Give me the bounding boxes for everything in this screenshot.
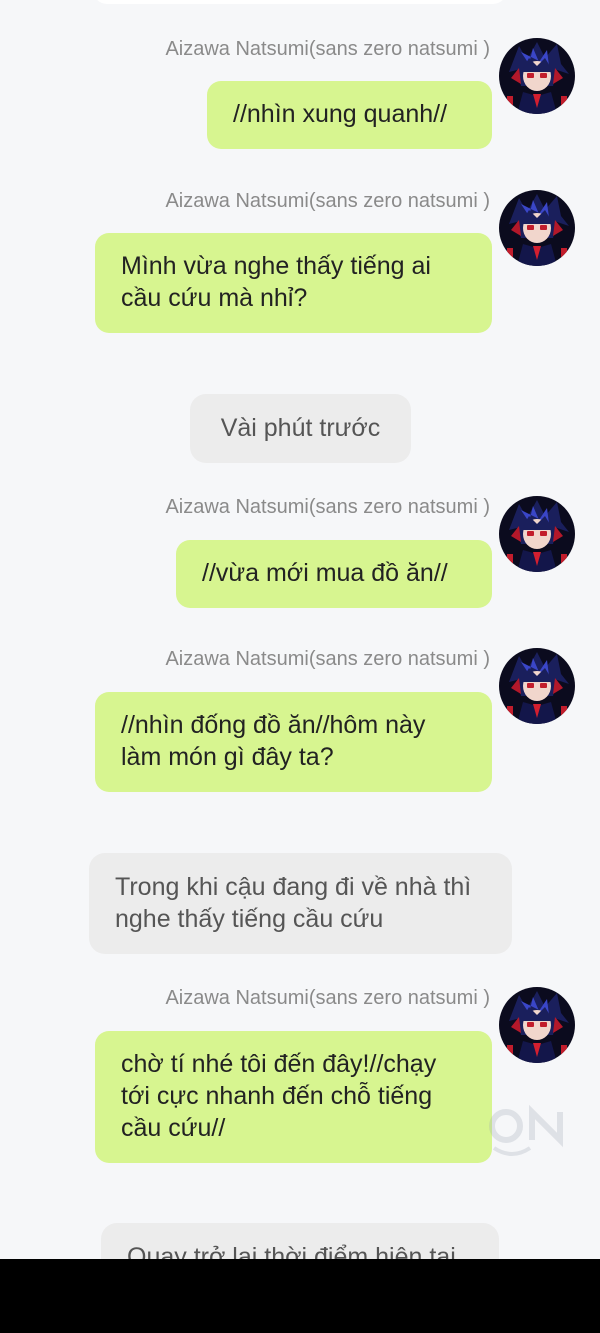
sender-name: Aizawa Natsumi(sans zero natsumi ) [165, 190, 490, 212]
narration-bubble: Trong khi cậu đang đi về nhà thì nghe th… [89, 853, 512, 954]
message-bubble[interactable]: //vừa mới mua đồ ăn// [176, 540, 492, 608]
avatar[interactable] [499, 648, 575, 724]
avatar[interactable] [499, 38, 575, 114]
previous-bubble-edge [93, 0, 507, 4]
avatar[interactable] [499, 987, 575, 1063]
message-bubble[interactable]: chờ tí nhé tôi đến đây!//chạy tới cực nh… [95, 1031, 492, 1163]
watermark-logo-icon [489, 1104, 563, 1156]
message-bubble[interactable]: //nhìn xung quanh// [207, 81, 492, 149]
avatar[interactable] [499, 190, 575, 266]
sender-name: Aizawa Natsumi(sans zero natsumi ) [165, 38, 490, 60]
sender-name: Aizawa Natsumi(sans zero natsumi ) [165, 987, 490, 1009]
narration-bubble: Vài phút trước [190, 394, 411, 463]
sender-name: Aizawa Natsumi(sans zero natsumi ) [165, 496, 490, 518]
message-bubble[interactable]: //nhìn đống đồ ăn//hôm này làm món gì đâ… [95, 692, 492, 792]
sender-name: Aizawa Natsumi(sans zero natsumi ) [165, 648, 490, 670]
message-bubble[interactable]: Mình vừa nghe thấy tiếng ai cầu cứu mà n… [95, 233, 492, 333]
avatar[interactable] [499, 496, 575, 572]
bottom-bar [0, 1259, 600, 1333]
